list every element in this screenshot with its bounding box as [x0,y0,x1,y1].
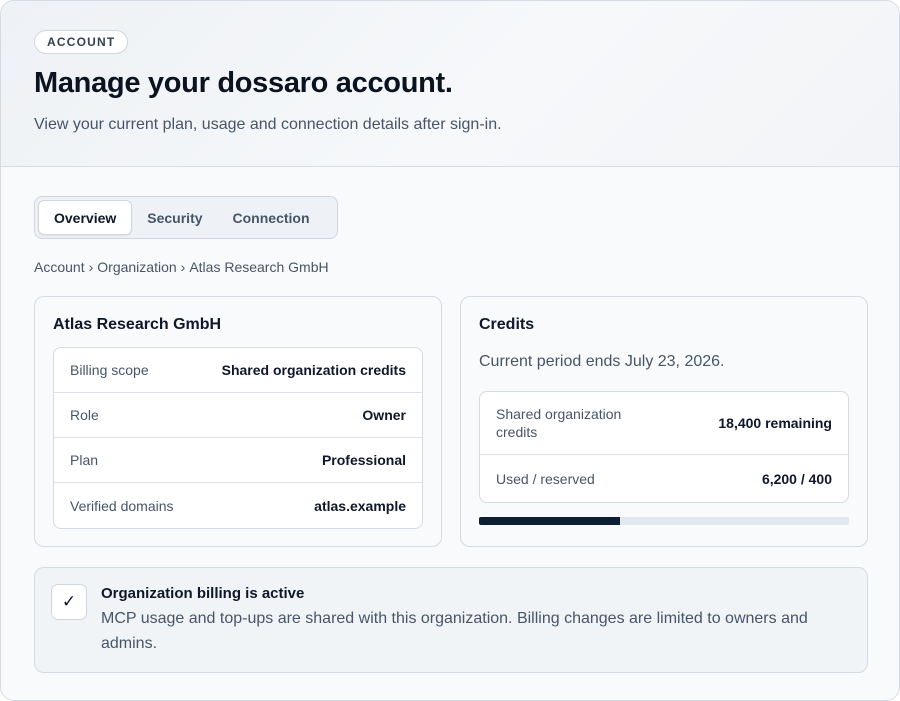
breadcrumb-separator: › [180,259,186,275]
check-icon: ✓ [51,584,87,620]
period-text: Current period ends July 23, 2026. [479,353,725,370]
organization-card: Atlas Research GmbH Billing scope Shared… [34,296,442,547]
credits-details: Shared organization credits 18,400 remai… [479,391,849,503]
row-label: Used / reserved [496,470,595,487]
organization-name: Atlas Research GmbH [53,316,222,333]
row-label: Plan [70,452,99,468]
notice-body: MCP usage and top-ups are shared with th… [101,610,808,652]
breadcrumb-account[interactable]: Account [34,259,85,275]
page-title: Manage your dossaro account. [34,67,453,99]
breadcrumb-current: Atlas Research GmbH [189,259,329,275]
billing-notice: ✓ Organization billing is active MCP usa… [34,567,868,673]
table-row: Plan Professional [54,438,422,483]
organization-details: Billing scope Shared organization credit… [53,347,423,529]
credits-card: Credits Current period ends July 23, 202… [460,296,868,547]
usage-progress-fill [479,517,620,525]
row-label: Role [70,407,99,423]
table-row: Shared organization credits 18,400 remai… [480,392,848,455]
usage-progress-bar [479,517,849,525]
breadcrumb-separator: › [88,259,94,275]
notice-title: Organization billing is active [101,585,305,602]
table-row: Role Owner [54,393,422,438]
tab-security[interactable]: Security [132,200,217,235]
row-label: Billing scope [70,362,149,378]
section-badge: ACCOUNT [34,30,129,54]
row-label: Shared organization credits [496,406,622,440]
breadcrumb-organization[interactable]: Organization [97,259,176,275]
role-value: Owner [362,407,406,423]
table-row: Used / reserved 6,200 / 400 [480,455,848,502]
used-reserved-value: 6,200 / 400 [761,470,832,487]
plan-value: Professional [321,452,406,468]
row-label: Verified domains [70,497,174,514]
tab-overview[interactable]: Overview [38,200,133,235]
credits-remaining-value: 18,400 remaining [718,415,832,431]
breadcrumb: Account › Organization › Atlas Research … [34,259,329,275]
billing-scope-value: Shared organization credits [221,362,406,378]
verified-domains-value: atlas.example [314,497,406,514]
credits-title: Credits [479,316,535,333]
page-header: ACCOUNT Manage your dossaro account. Vie… [1,1,899,167]
account-panel: ACCOUNT Manage your dossaro account. Vie… [0,0,900,701]
table-row: Billing scope Shared organization credit… [54,348,422,393]
table-row: Verified domains atlas.example [54,483,422,528]
tab-bar: Overview Security Connection [34,196,338,239]
page-subtitle: View your current plan, usage and connec… [34,116,502,133]
tab-connection[interactable]: Connection [218,200,325,235]
